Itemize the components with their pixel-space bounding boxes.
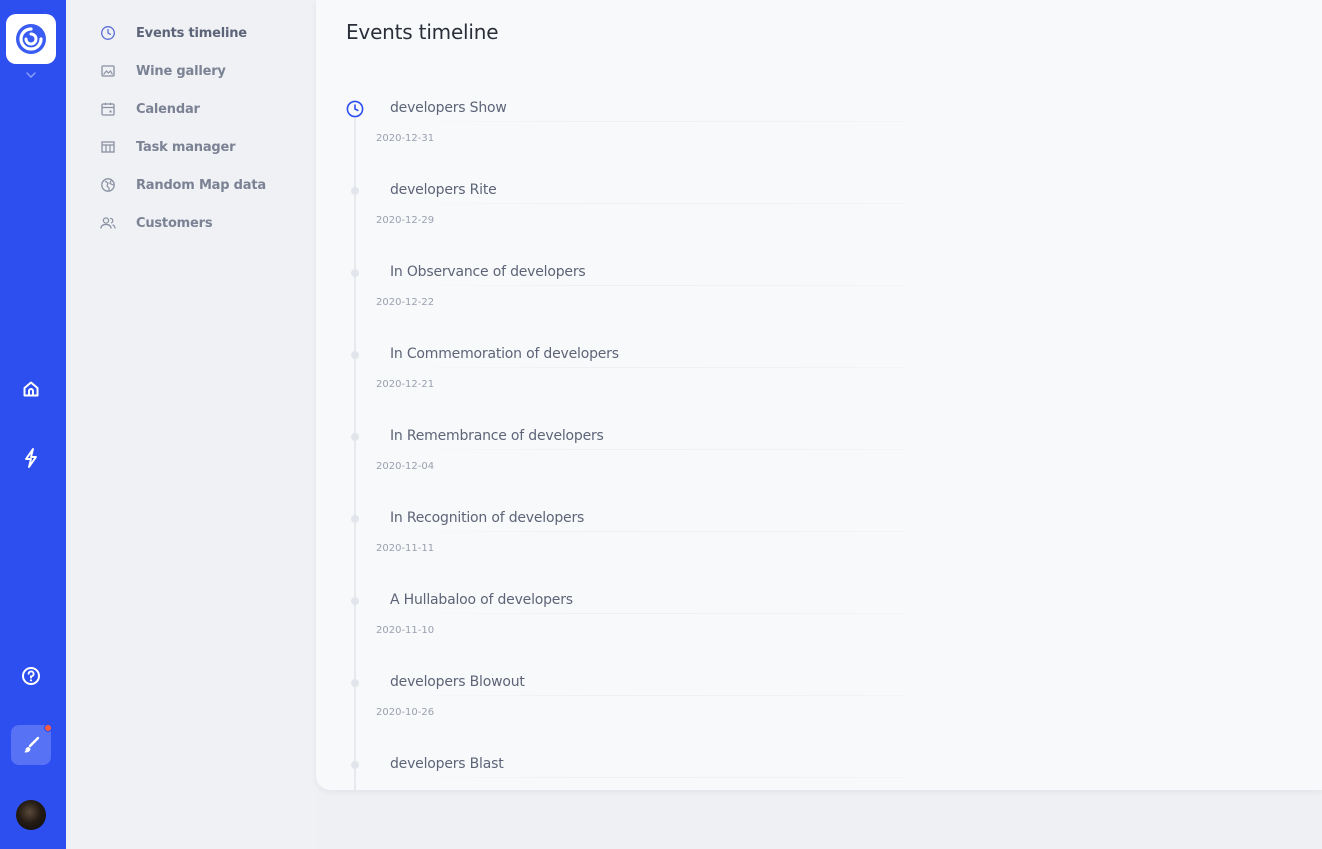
sidebar-item-label: Customers	[136, 215, 213, 231]
brush-icon[interactable]	[11, 724, 52, 765]
timeline-item[interactable]: developers Blast	[316, 756, 916, 787]
sidebar-item-label: Task manager	[136, 139, 236, 155]
timeline-dot	[351, 433, 359, 441]
swirl-logo-icon[interactable]	[6, 14, 56, 64]
sidebar-item-label: Random Map data	[136, 177, 266, 193]
timeline-dot	[351, 515, 359, 523]
sidebar-item-label: Calendar	[136, 101, 200, 117]
users-icon	[98, 213, 118, 233]
divider	[390, 613, 906, 614]
globe-icon	[98, 175, 118, 195]
timeline-item[interactable]: In Observance of developers 2020-12-22	[316, 264, 916, 325]
sidebar-item-events-timeline[interactable]: Events timeline	[98, 22, 308, 44]
secondary-sidebar: Events timeline Wine gallery Calendar Ta…	[66, 0, 316, 849]
app-rail	[0, 0, 66, 849]
bolt-icon[interactable]	[13, 440, 49, 476]
timeline-item[interactable]: developers Blowout 2020-10-26	[316, 674, 916, 735]
clock-icon	[346, 100, 364, 118]
sidebar-item-wine-gallery[interactable]: Wine gallery	[98, 60, 308, 82]
divider	[390, 285, 906, 286]
event-date: 2020-11-10	[376, 625, 435, 636]
divider	[390, 203, 906, 204]
event-title: developers Blowout	[390, 674, 525, 690]
home-icon[interactable]	[13, 371, 49, 407]
main-panel: Events timeline developers Show 2020-12-…	[316, 0, 1322, 790]
sidebar-item-random-map-data[interactable]: Random Map data	[98, 174, 308, 196]
question-icon[interactable]	[13, 658, 49, 694]
event-date: 2020-12-29	[376, 215, 435, 226]
event-date: 2020-12-22	[376, 297, 435, 308]
event-date: 2020-12-21	[376, 379, 435, 390]
sidebar-item-label: Events timeline	[136, 25, 247, 41]
divider	[390, 531, 906, 532]
notification-dot	[44, 724, 52, 732]
event-title: In Remembrance of developers	[390, 428, 604, 444]
divider	[390, 695, 906, 696]
divider	[390, 367, 906, 368]
sidebar-item-task-manager[interactable]: Task manager	[98, 136, 308, 158]
divider	[390, 777, 906, 778]
timeline-dot	[351, 679, 359, 687]
event-date: 2020-12-04	[376, 461, 435, 472]
timeline-item[interactable]: developers Rite 2020-12-29	[316, 182, 916, 243]
timeline-item[interactable]: In Recognition of developers 2020-11-11	[316, 510, 916, 571]
timeline-dot	[351, 597, 359, 605]
page-title: Events timeline	[346, 20, 499, 44]
event-date: 2020-10-26	[376, 707, 435, 718]
timeline-item[interactable]: In Remembrance of developers 2020-12-04	[316, 428, 916, 489]
event-date: 2020-11-11	[376, 543, 435, 554]
timeline-dot	[351, 187, 359, 195]
event-title: In Recognition of developers	[390, 510, 585, 526]
sidebar-item-calendar[interactable]: Calendar	[98, 98, 308, 120]
sidebar-item-label: Wine gallery	[136, 63, 226, 79]
table-icon	[98, 137, 118, 157]
timeline-dot	[351, 269, 359, 277]
timeline-item[interactable]: developers Show 2020-12-31	[316, 100, 916, 161]
event-title: In Observance of developers	[390, 264, 586, 280]
calendar-icon	[98, 99, 118, 119]
timeline-item[interactable]: A Hullabaloo of developers 2020-11-10	[316, 592, 916, 653]
sidebar-item-customers[interactable]: Customers	[98, 212, 308, 234]
divider	[390, 121, 906, 122]
event-title: developers Blast	[390, 756, 504, 772]
event-title: developers Show	[390, 100, 507, 116]
timeline-dot	[351, 351, 359, 359]
image-icon	[98, 61, 118, 81]
event-title: A Hullabaloo of developers	[390, 592, 573, 608]
timeline-dot	[351, 761, 359, 769]
timeline-item[interactable]: In Commemoration of developers 2020-12-2…	[316, 346, 916, 407]
divider	[390, 449, 906, 450]
event-date: 2020-12-31	[376, 133, 435, 144]
event-title: In Commemoration of developers	[390, 346, 619, 362]
clock-icon	[98, 23, 118, 43]
event-title: developers Rite	[390, 182, 497, 198]
chevron-down-icon[interactable]	[24, 68, 38, 82]
avatar[interactable]	[16, 800, 46, 830]
